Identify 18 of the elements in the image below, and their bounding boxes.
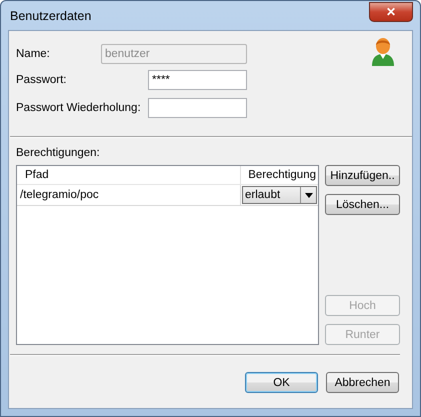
permission-dropdown[interactable]: erlaubt	[242, 186, 317, 204]
input-field[interactable]	[148, 98, 247, 118]
section-label: Berechtigungen:	[16, 147, 100, 159]
caret-icon	[304, 192, 312, 198]
column-header[interactable]: Pfad	[17, 166, 241, 184]
action-button[interactable]: Löschen...	[325, 194, 400, 215]
action-button[interactable]: Hinzufügen..	[325, 165, 400, 186]
input-field[interactable]: ****	[148, 70, 247, 90]
table-cell: /telegramio/poc	[17, 185, 241, 205]
user-icon	[371, 37, 395, 67]
field-label: Passwort:	[16, 74, 68, 86]
column-header[interactable]: Berechtigung	[241, 166, 318, 184]
field-label: Passwort Wiederholung:	[16, 102, 142, 114]
dialog-button[interactable]: Abbrechen	[326, 372, 399, 393]
field-label: Name:	[16, 48, 51, 60]
dialog-button[interactable]: OK	[245, 372, 318, 393]
window-title: Benutzerdaten	[9, 8, 92, 22]
close-button[interactable]: ✕	[369, 2, 413, 22]
